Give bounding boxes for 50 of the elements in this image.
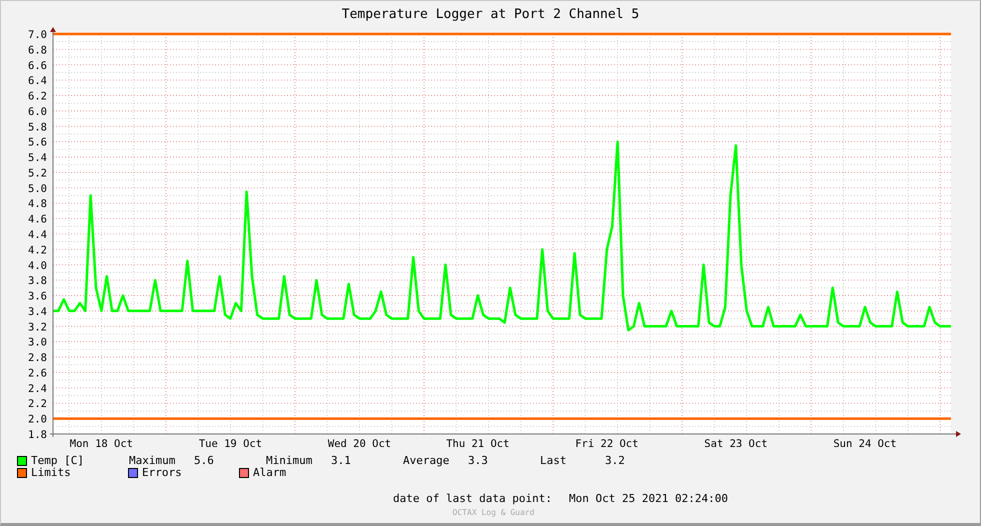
axis-label: 3.8 xyxy=(28,275,47,288)
axis-label: Mon 18 Oct xyxy=(70,438,133,447)
stat-value: 3.2 xyxy=(605,455,625,467)
legend-label: Limits xyxy=(31,467,71,479)
credit-text: OCTAX Log & Guard xyxy=(452,508,534,516)
stat-value: 3.1 xyxy=(331,455,351,467)
axis-label: Wed 20 Oct xyxy=(328,438,392,447)
legend-label: Alarm xyxy=(253,467,286,479)
axis-label: 4.6 xyxy=(28,214,47,226)
axis-label: 2.2 xyxy=(28,398,47,410)
axis-label: 5.4 xyxy=(28,152,47,164)
axis-label: 3.0 xyxy=(28,336,47,349)
stat-label: Minimum xyxy=(266,455,314,467)
axis-label: Sat 23 Oct xyxy=(704,438,768,447)
axis-label: 2.4 xyxy=(28,382,47,395)
axis-label: 4.0 xyxy=(28,260,47,272)
axis-label: 4.2 xyxy=(28,244,47,256)
axis-label: 2.0 xyxy=(28,414,47,426)
axis-label: 2.6 xyxy=(28,367,47,380)
axis-label: 7.0 xyxy=(28,29,47,41)
axis-label: 5.8 xyxy=(28,121,47,134)
last-data-label: date of last data point: xyxy=(393,491,552,507)
axis-label: 6.6 xyxy=(28,60,47,72)
axis-label: 6.2 xyxy=(28,90,47,103)
axis-label: 3.6 xyxy=(28,290,47,303)
last-data-date: Mon Oct 25 2021 02:24:00 xyxy=(569,491,728,507)
axis-label: 6.4 xyxy=(28,75,47,88)
axis-label: 4.8 xyxy=(28,198,47,210)
axis-label: 3.4 xyxy=(28,306,47,318)
axis-label: Tue 19 Oct xyxy=(198,438,262,447)
axis-label: Thu 21 Oct xyxy=(446,438,510,447)
legend-label: Errors xyxy=(142,467,182,479)
axis-label: 5.0 xyxy=(28,182,47,195)
stat-value: 5.6 xyxy=(194,455,214,467)
axis-label: Fri 22 Oct xyxy=(575,438,638,447)
axis-label: 5.6 xyxy=(28,136,47,149)
axis-label: 6.8 xyxy=(28,44,47,56)
axis-label: 2.8 xyxy=(28,352,47,364)
axis-label: 6.0 xyxy=(28,106,47,118)
axis-label: 5.2 xyxy=(28,167,47,180)
stat-label: Average xyxy=(403,455,450,467)
axis-label: 4.4 xyxy=(28,229,47,241)
axis-label: 3.2 xyxy=(28,321,47,334)
stat-label: Last xyxy=(540,455,568,467)
stat-value: 3.3 xyxy=(468,455,488,467)
axis-label: Sun 24 Oct xyxy=(833,438,897,447)
legend-label: Temp [C] xyxy=(31,455,84,467)
chart-title: Temperature Logger at Port 2 Channel 5 xyxy=(342,7,640,22)
stat-label: Maximum xyxy=(129,455,176,467)
axis-label: 1.8 xyxy=(28,429,47,441)
